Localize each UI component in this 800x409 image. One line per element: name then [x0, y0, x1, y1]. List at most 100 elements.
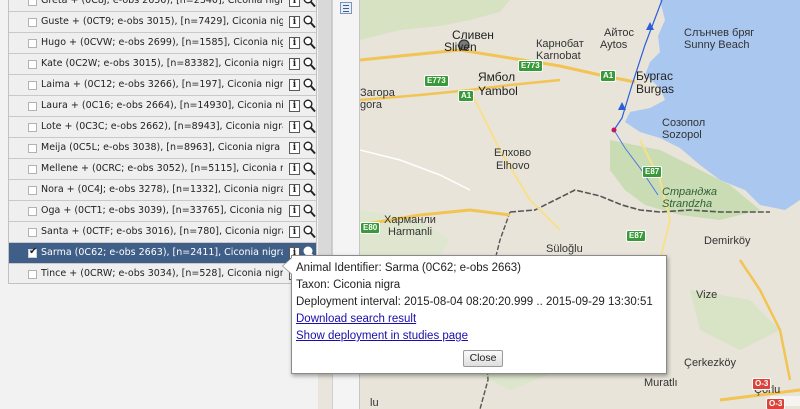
map-label: Странджа	[662, 186, 718, 198]
animal-list-row[interactable]: Mellene + (0CRC; e-obs 3052), [n=5115], …	[9, 159, 316, 180]
info-icon[interactable]: i	[289, 100, 300, 112]
animal-list-row[interactable]: Guste + (0CT9; e-obs 3015), [n=7429], Ci…	[9, 12, 316, 33]
animal-label: Santa + (0CTF; e-obs 3016), [n=780], Cic…	[41, 226, 283, 237]
info-icon[interactable]: i	[289, 142, 300, 154]
zoom-to-animal-icon[interactable]	[303, 225, 316, 239]
road-shield: E87	[626, 230, 647, 242]
animal-list-row[interactable]: Tince + (0CRW; e-obs 3034), [n=528], Cic…	[9, 264, 316, 283]
collapse-panel-icon[interactable]	[340, 2, 352, 14]
track-point	[611, 127, 617, 133]
road-shield: E87	[642, 166, 663, 178]
zoom-to-animal-icon[interactable]	[303, 78, 316, 92]
animal-list-row[interactable]: Hugo + (0CVW; e-obs 2699), [n=1585], Cic…	[9, 33, 316, 54]
map-label: Sliven	[444, 40, 477, 54]
animal-list-row[interactable]: Laima + (0C12; e-obs 3266), [n=197], Cic…	[9, 75, 316, 96]
animal-label: Oga + (0CT1; e-obs 3039), [n=33765], Cic…	[41, 205, 283, 216]
animal-label: Kate (0C2W; e-obs 3015), [n=83382], Cico…	[41, 58, 283, 69]
animal-list: Greta + (0C8J; e-obs 2656), [n=2340], Ci…	[8, 0, 317, 284]
animal-checkbox[interactable]	[28, 123, 37, 132]
info-icon[interactable]: i	[289, 184, 300, 196]
zoom-to-animal-icon[interactable]	[303, 204, 316, 218]
popup-pointer	[283, 258, 292, 274]
animal-list-rows: Greta + (0C8J; e-obs 2656), [n=2340], Ci…	[9, 0, 316, 283]
taxon-text: Taxon: Ciconia nigra	[296, 279, 401, 291]
road-shield: E80	[360, 222, 381, 234]
animal-checkbox[interactable]	[28, 186, 37, 195]
animal-checkbox[interactable]	[28, 246, 37, 258]
zoom-to-animal-icon[interactable]	[303, 120, 316, 134]
info-icon[interactable]: i	[289, 205, 300, 217]
animal-checkbox[interactable]	[28, 102, 37, 111]
close-button[interactable]: Close	[463, 350, 503, 367]
info-icon[interactable]: i	[289, 163, 300, 175]
zoom-to-animal-icon[interactable]	[303, 183, 316, 197]
map-label: Elhovo	[496, 160, 530, 172]
road-shield: O-3	[766, 398, 786, 409]
map-label: Sunny Beach	[684, 39, 750, 51]
map-label: Бургас	[636, 69, 673, 83]
download-search-result-link[interactable]: Download search result	[296, 313, 416, 325]
animal-list-row[interactable]: Lote + (0C3C; e-obs 2662), [n=8943], Cic…	[9, 117, 316, 138]
animal-label: Lote + (0C3C; e-obs 2662), [n=8943], Cic…	[41, 121, 283, 132]
animal-checkbox[interactable]	[28, 144, 37, 153]
animal-checkbox[interactable]	[28, 81, 37, 90]
animal-label: Laima + (0C12; e-obs 3266), [n=197], Cic…	[41, 79, 283, 90]
animal-info-popup: Animal Identifier: Sarma (0C62; e-obs 26…	[282, 255, 667, 374]
zoom-to-animal-icon[interactable]	[303, 99, 316, 113]
animal-checkbox[interactable]	[28, 165, 37, 174]
zoom-to-animal-icon[interactable]	[303, 162, 316, 176]
animal-list-row[interactable]: Kate (0C2W; e-obs 3015), [n=83382], Cico…	[9, 54, 316, 75]
animal-label: Greta + (0C8J; e-obs 2656), [n=2340], Ci…	[41, 0, 283, 6]
animal-list-row[interactable]: Oga + (0CT1; e-obs 3039), [n=33765], Cic…	[9, 201, 316, 222]
zoom-to-animal-icon[interactable]	[303, 0, 316, 8]
map-label: gora	[360, 99, 383, 111]
info-icon[interactable]: i	[289, 121, 300, 133]
animal-label: Mellene + (0CRC; e-obs 3052), [n=5115], …	[41, 163, 283, 174]
map-label: Харманли	[384, 214, 436, 226]
animal-label: Tince + (0CRW; e-obs 3034), [n=528], Cic…	[41, 268, 283, 279]
animal-label: Sarma (0C62; e-obs 2663), [n=2411], Cico…	[41, 247, 283, 258]
animal-checkbox[interactable]	[28, 18, 37, 27]
map-label: Çerkezköy	[684, 357, 736, 369]
map-label: Слънчев бряг	[684, 27, 755, 39]
animal-checkbox[interactable]	[28, 270, 37, 279]
info-icon[interactable]: i	[289, 37, 300, 49]
map-label: Harmanli	[388, 226, 433, 238]
road-shield: A1	[600, 70, 617, 82]
animal-list-row[interactable]: Greta + (0C8J; e-obs 2656), [n=2340], Ci…	[9, 0, 316, 12]
animal-list-row[interactable]: Santa + (0CTF; e-obs 3016), [n=780], Cic…	[9, 222, 316, 243]
road-shield: A1	[458, 90, 475, 102]
animal-list-row[interactable]: Nora + (0C4J; e-obs 3278), [n=1332], Cic…	[9, 180, 316, 201]
info-icon[interactable]: i	[289, 16, 300, 28]
animal-label: Meija (0C5L; e-obs 3038), [n=8963], Cico…	[41, 142, 281, 153]
animal-list-panel: Greta + (0C8J; e-obs 2656), [n=2340], Ci…	[0, 0, 318, 409]
show-deployment-link[interactable]: Show deployment in studies page	[296, 330, 468, 342]
animal-list-row[interactable]: Meija (0C5L; e-obs 3038), [n=8963], Cico…	[9, 138, 316, 159]
zoom-to-animal-icon[interactable]	[303, 15, 316, 29]
info-icon[interactable]: i	[289, 58, 300, 70]
map-label: lu	[370, 397, 379, 409]
info-icon[interactable]: i	[289, 0, 300, 7]
animal-checkbox[interactable]	[28, 228, 37, 237]
list-scrollbar[interactable]	[318, 0, 332, 260]
map-label: Aytos	[600, 39, 628, 51]
animal-list-row[interactable]: Sarma (0C62; e-obs 2663), [n=2411], Cico…	[9, 243, 316, 264]
animal-label: Laura + (0C16; e-obs 2664), [n=14930], C…	[41, 100, 283, 111]
map-label: Süloğlu	[546, 243, 583, 255]
map-label: Karnobat	[536, 50, 581, 62]
info-icon[interactable]: i	[289, 79, 300, 91]
map-label: Елхово	[494, 147, 532, 159]
map-label: Demirköy	[704, 235, 751, 247]
animal-checkbox[interactable]	[28, 0, 37, 6]
animal-identifier-text: Animal Identifier: Sarma (0C62; e-obs 26…	[296, 262, 521, 274]
animal-checkbox[interactable]	[28, 39, 37, 48]
animal-list-row[interactable]: Laura + (0C16; e-obs 2664), [n=14930], C…	[9, 96, 316, 117]
zoom-to-animal-icon[interactable]	[303, 36, 316, 50]
zoom-to-animal-icon[interactable]	[303, 141, 316, 155]
animal-checkbox[interactable]	[28, 207, 37, 216]
road-shield: E773	[518, 60, 543, 72]
animal-checkbox[interactable]	[28, 60, 37, 69]
zoom-to-animal-icon[interactable]	[303, 57, 316, 71]
info-icon[interactable]: i	[289, 226, 300, 238]
map-label: Strandzha	[662, 198, 713, 210]
